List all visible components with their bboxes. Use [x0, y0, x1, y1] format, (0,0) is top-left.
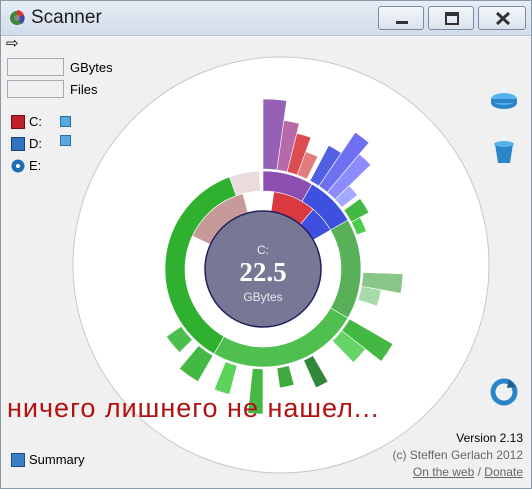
scanner-window: Scanner ⇨ GBytes Files C: D: E: C: 22.5 …: [0, 0, 532, 489]
overlay-caption: ничего лишнего не нашел...: [7, 393, 380, 423]
files-field: [7, 80, 64, 98]
summary-label: Summary: [29, 452, 85, 467]
minimize-icon: [396, 21, 408, 24]
trash-icon[interactable]: [489, 136, 519, 166]
center-unit-label: GBytes: [243, 290, 282, 304]
drive-label-d: D:: [29, 136, 42, 151]
maximize-button[interactable]: [428, 6, 474, 30]
minus-icon[interactable]: [60, 135, 71, 146]
copyright-label: (c) Steffen Gerlach 2012: [392, 448, 523, 462]
cd-drive-icon: [11, 159, 25, 173]
plus-icon[interactable]: [60, 116, 71, 127]
close-icon: [495, 11, 511, 26]
version-label: Version 2.13: [456, 431, 523, 445]
drive-icon[interactable]: [489, 87, 519, 117]
donate-link[interactable]: Donate: [484, 465, 523, 479]
drive-label-e: E:: [29, 158, 42, 173]
web-link[interactable]: On the web: [413, 465, 474, 479]
center-size-value: 22.5: [239, 257, 286, 287]
footer-links: On the web / Donate: [413, 465, 523, 479]
close-button[interactable]: [478, 6, 526, 30]
center-drive-label: C:: [257, 243, 269, 257]
minimize-button[interactable]: [378, 6, 424, 30]
window-title: Scanner: [31, 7, 102, 28]
hard-drive-red-icon: [11, 115, 25, 129]
refresh-icon[interactable]: [489, 377, 519, 407]
link-separator: /: [474, 465, 485, 479]
arrow-right-icon[interactable]: ⇨: [6, 36, 19, 51]
scanner-app-icon: [10, 10, 25, 25]
size-field: [7, 58, 64, 76]
title-bar[interactable]: Scanner: [1, 1, 531, 36]
hard-drive-blue-icon: [11, 137, 25, 151]
maximize-icon: [445, 12, 459, 25]
summary-icon: [11, 453, 25, 467]
drive-label-c: C:: [29, 114, 42, 129]
